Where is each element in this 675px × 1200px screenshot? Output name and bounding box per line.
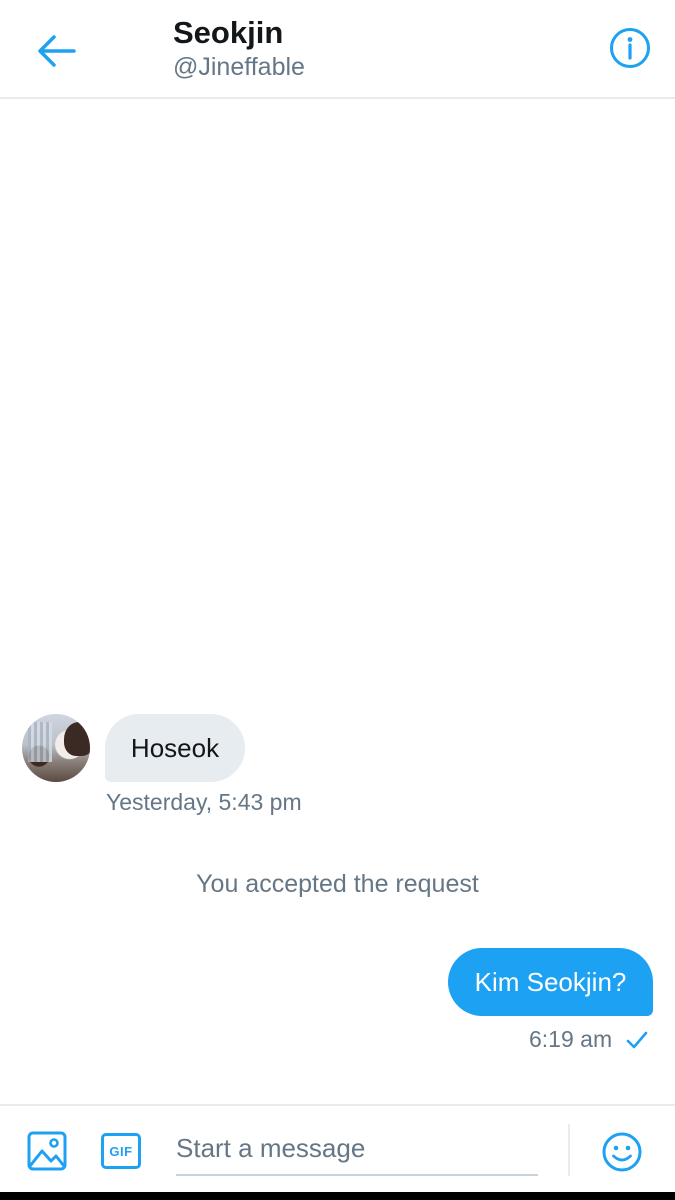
avatar-photo-detail [28, 722, 52, 762]
emoji-icon [602, 1132, 642, 1172]
back-button[interactable] [30, 28, 82, 74]
outgoing-message-bubble[interactable]: Kim Seokjin? [448, 948, 653, 1016]
image-icon [27, 1131, 67, 1171]
system-nav-bar [0, 1192, 675, 1200]
message-input[interactable] [176, 1122, 538, 1176]
message-composer: GIF [0, 1104, 675, 1192]
avatar[interactable] [22, 714, 90, 782]
outgoing-message-meta: 6:19 am [529, 1026, 648, 1053]
incoming-message-timestamp: Yesterday, 5:43 pm [106, 789, 302, 815]
conversation-header: Seokjin @Jineffable [0, 0, 675, 99]
composer-divider [568, 1124, 570, 1176]
avatar-photo-detail [64, 722, 90, 756]
gif-label: GIF [109, 1143, 133, 1159]
arrow-left-icon [38, 35, 76, 67]
info-button[interactable] [608, 26, 652, 70]
system-notice: You accepted the request [196, 870, 479, 898]
checkmark-icon [626, 1031, 648, 1048]
conversation-handle: @Jineffable [173, 53, 305, 81]
conversation-title-block[interactable]: Seokjin @Jineffable [173, 14, 305, 82]
add-image-button[interactable] [26, 1130, 68, 1172]
conversation-title: Seokjin [173, 15, 284, 50]
emoji-button[interactable] [601, 1131, 643, 1173]
incoming-message-bubble[interactable]: Hoseok [105, 714, 245, 782]
outgoing-message-timestamp: 6:19 am [529, 1026, 613, 1052]
info-icon [610, 28, 650, 68]
add-gif-button[interactable]: GIF [101, 1133, 141, 1169]
